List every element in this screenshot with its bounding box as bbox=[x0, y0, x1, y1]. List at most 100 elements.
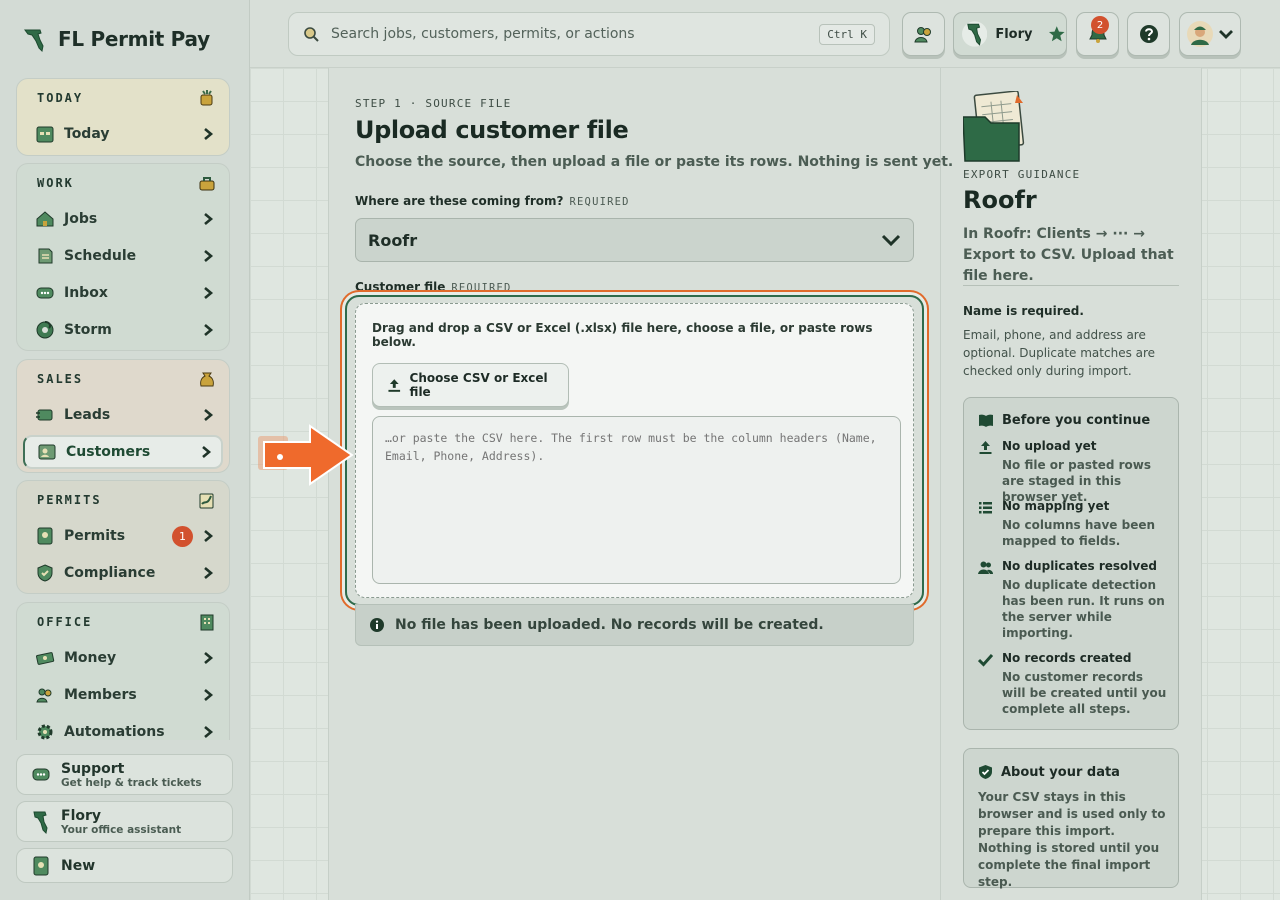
nav-group-today: TODAY Today bbox=[16, 78, 230, 156]
chevron-right-icon bbox=[204, 287, 214, 299]
required-tag: REQUIRED bbox=[451, 282, 512, 294]
sidebar-item-storm[interactable]: Storm bbox=[23, 313, 223, 347]
chevron-right-icon bbox=[204, 409, 214, 421]
choose-file-button[interactable]: Choose CSV or Excel file bbox=[372, 363, 569, 407]
chevron-right-icon bbox=[204, 324, 214, 336]
members-icon bbox=[36, 688, 52, 703]
sidebar-item-label: Money bbox=[64, 650, 117, 666]
sidebar-item-today[interactable]: Today bbox=[23, 117, 223, 151]
source-select[interactable]: Roofr bbox=[355, 218, 914, 262]
chevron-right-icon bbox=[204, 689, 214, 701]
new-button[interactable]: New bbox=[16, 848, 233, 883]
shield-check-icon bbox=[979, 765, 992, 779]
star-icon bbox=[1049, 26, 1066, 42]
nav-group-work: WORK Jobs Schedule Inbox Storm bbox=[16, 163, 230, 351]
before-title: Before you continue bbox=[1002, 413, 1151, 428]
source-label: Where are these coming from? REQUIRED bbox=[355, 194, 630, 208]
notifications-button[interactable]: 2 bbox=[1076, 12, 1119, 56]
sidebar-item-leads[interactable]: Leads bbox=[23, 398, 223, 432]
checklist-item: No records created No customer records w… bbox=[978, 651, 1168, 719]
chevron-down-icon bbox=[1219, 30, 1233, 39]
toolbox-icon bbox=[199, 177, 215, 191]
assistant-chip-label: Flory bbox=[995, 26, 1033, 42]
required-tag: REQUIRED bbox=[569, 196, 630, 208]
sidebar-item-label: Jobs bbox=[64, 211, 98, 227]
assistant-chip[interactable]: Flory bbox=[953, 12, 1067, 56]
dropzone-inner[interactable]: Drag and drop a CSV or Excel (.xlsx) fil… bbox=[355, 303, 914, 598]
step-eyebrow: STEP 1 · SOURCE FILE bbox=[355, 97, 512, 110]
choose-file-label: Choose CSV or Excel file bbox=[409, 371, 548, 399]
sidebar-item-jobs[interactable]: Jobs bbox=[23, 202, 223, 236]
sidebar-nav[interactable]: TODAY Today WORK Jobs Schedule Inbox Sto… bbox=[0, 78, 250, 740]
checklist-item: No mapping yet No columns have been mapp… bbox=[978, 499, 1168, 551]
gear-icon bbox=[37, 724, 53, 740]
nav-group-sales: SALES Leads Customers bbox=[16, 359, 230, 473]
group-title: OFFICE bbox=[37, 615, 93, 629]
guidance-text: In Roofr: Clients → ··· → Export to CSV.… bbox=[963, 226, 1174, 284]
shield-icon bbox=[37, 564, 53, 582]
about-title: About your data bbox=[1001, 764, 1120, 780]
guidance-optional-text: Email, phone, and address are optional. … bbox=[963, 328, 1156, 378]
sidebar-item-inbox[interactable]: Inbox bbox=[23, 276, 223, 310]
search-shortcut: Ctrl K bbox=[819, 23, 875, 45]
checklist-title: No upload yet bbox=[1002, 439, 1097, 453]
checklist-desc: No file or pasted rows are staged in thi… bbox=[1002, 458, 1151, 504]
notifications-count: 2 bbox=[1091, 16, 1109, 34]
hurricane-icon bbox=[36, 321, 54, 339]
new-document-icon bbox=[33, 856, 49, 875]
support-button[interactable]: Support Get help & track tickets bbox=[16, 754, 233, 795]
guidance-title: Roofr bbox=[963, 186, 1037, 214]
florida-logo-icon bbox=[24, 29, 44, 53]
pointer-arrow-icon bbox=[258, 424, 354, 486]
help-button[interactable] bbox=[1127, 12, 1170, 56]
global-search[interactable]: Search jobs, customers, permits, or acti… bbox=[288, 12, 890, 56]
upload-icon bbox=[388, 378, 401, 392]
sidebar-item-label: Compliance bbox=[64, 565, 156, 581]
dropzone-instructions: Drag and drop a CSV or Excel (.xlsx) fil… bbox=[372, 321, 873, 349]
sidebar-item-money[interactable]: Money bbox=[23, 641, 223, 675]
chat-icon bbox=[36, 287, 54, 299]
house-icon bbox=[36, 211, 54, 227]
assistant-title: Flory bbox=[61, 807, 102, 824]
chevron-right-icon bbox=[204, 213, 214, 225]
nav-group-permits: PERMITS Permits 1 Compliance bbox=[16, 480, 230, 594]
app-logo[interactable]: FL Permit Pay bbox=[22, 24, 210, 54]
sidebar-item-label: Automations bbox=[64, 724, 165, 740]
file-label: Customer file REQUIRED bbox=[355, 280, 512, 294]
customers-icon bbox=[38, 444, 56, 460]
sidebar-item-permits[interactable]: Permits 1 bbox=[23, 519, 223, 553]
user-menu-button[interactable] bbox=[1179, 12, 1241, 56]
chevron-right-icon bbox=[202, 446, 212, 458]
checklist-title: No duplicates resolved bbox=[1002, 559, 1157, 573]
file-dropzone[interactable]: Drag and drop a CSV or Excel (.xlsx) fil… bbox=[345, 295, 924, 606]
sidebar-item-members[interactable]: Members bbox=[23, 678, 223, 712]
book-icon bbox=[979, 414, 993, 427]
schedule-icon bbox=[38, 248, 53, 264]
guidance-eyebrow: EXPORT GUIDANCE bbox=[963, 168, 1081, 181]
paste-csv-textarea[interactable] bbox=[372, 416, 901, 584]
avatar bbox=[1187, 21, 1213, 47]
sidebar-item-compliance[interactable]: Compliance bbox=[23, 556, 223, 590]
source-label-text: Where are these coming from? bbox=[355, 194, 564, 208]
money-bag-icon bbox=[200, 372, 214, 387]
support-title: Support bbox=[61, 760, 125, 777]
guidance-name-required: Name is required. bbox=[963, 304, 1084, 318]
sidebar-item-automations[interactable]: Automations bbox=[23, 715, 223, 740]
sidebar-item-customers[interactable]: Customers bbox=[23, 435, 223, 469]
team-button[interactable] bbox=[902, 12, 945, 56]
team-icon bbox=[913, 27, 931, 43]
sidebar: FL Permit Pay TODAY Today WORK Jobs Sche… bbox=[0, 0, 250, 900]
search-icon bbox=[304, 27, 319, 42]
cash-icon bbox=[36, 652, 55, 665]
panel-divider bbox=[940, 68, 941, 900]
check-icon bbox=[978, 653, 993, 667]
sidebar-item-label: Inbox bbox=[64, 285, 108, 301]
sidebar-item-label: Leads bbox=[64, 407, 111, 423]
guidance-divider bbox=[963, 285, 1179, 286]
help-icon bbox=[1139, 25, 1158, 43]
sidebar-item-schedule[interactable]: Schedule bbox=[23, 239, 223, 273]
chevron-right-icon bbox=[204, 128, 214, 140]
permit-icon bbox=[37, 527, 53, 545]
about-data-card: About your data Your CSV stays in this b… bbox=[963, 748, 1179, 889]
assistant-button[interactable]: Flory Your office assistant bbox=[16, 801, 233, 842]
